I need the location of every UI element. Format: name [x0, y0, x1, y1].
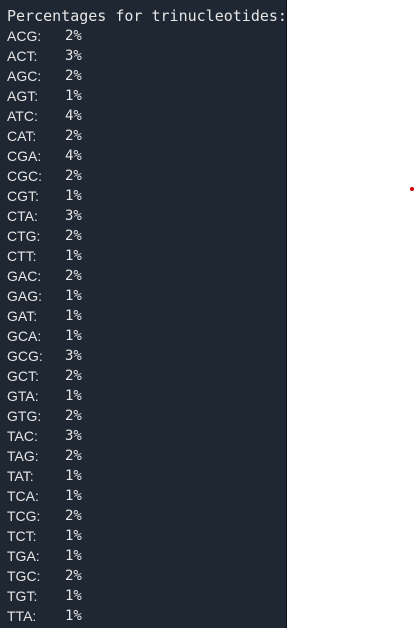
trinucleotide-row: CAT: 2%	[7, 126, 277, 146]
percentage-value: 2%	[65, 408, 82, 424]
trinucleotide-row: GCA: 1%	[7, 326, 277, 346]
trinucleotide-label: TAG:	[7, 448, 39, 464]
percentage-value: 2%	[65, 448, 82, 464]
terminal-output-panel[interactable]: Percentages for trinucleotides: ACG: 2% AC…	[0, 0, 287, 628]
percentage-value: 2%	[65, 128, 82, 144]
trinucleotide-label: CTA:	[7, 208, 38, 224]
percentage-value: 2%	[65, 368, 82, 384]
trinucleotide-row: TGA: 1%	[7, 546, 277, 566]
trinucleotide-label: TTA:	[7, 608, 37, 624]
trinucleotide-row: CGC: 2%	[7, 166, 277, 186]
trinucleotide-label: ACT:	[7, 48, 38, 64]
trinucleotide-label: TGC:	[7, 568, 41, 584]
trinucleotide-label: GCT:	[7, 368, 39, 384]
trinucleotide-row: TAG: 2%	[7, 446, 277, 466]
trinucleotide-label: TCG:	[7, 508, 41, 524]
trinucleotide-label: GCG:	[7, 348, 43, 364]
trinucleotide-row: GAG: 1%	[7, 286, 277, 306]
trinucleotide-label: GTG:	[7, 408, 42, 424]
trinucleotide-label: TGT:	[7, 588, 38, 604]
trinucleotide-label: CTG:	[7, 228, 41, 244]
trinucleotide-label: ACG:	[7, 28, 42, 44]
trinucleotide-row: GTA: 1%	[7, 386, 277, 406]
percentage-value: 1%	[65, 588, 82, 604]
trinucleotide-row: ACG: 2%	[7, 26, 277, 46]
percentage-value: 1%	[65, 468, 82, 484]
trinucleotide-label: CAT:	[7, 128, 37, 144]
trinucleotide-row: GAT: 1%	[7, 306, 277, 326]
trinucleotide-label: GAT:	[7, 308, 38, 324]
trinucleotide-label: GAG:	[7, 288, 43, 304]
trinucleotide-label: TAT:	[7, 468, 34, 484]
trinucleotide-row: TCA: 1%	[7, 486, 277, 506]
trinucleotide-label: AGC:	[7, 68, 42, 84]
trinucleotide-list: ACG: 2% ACT: 3% AGC: 2% AGT: 1% ATC: 4% CAT: 2% CGA:…	[7, 26, 277, 626]
percentage-value: 3%	[65, 208, 82, 224]
percentage-value: 2%	[65, 228, 82, 244]
percentage-value: 2%	[65, 268, 82, 284]
trinucleotide-row: GCT: 2%	[7, 366, 277, 386]
trinucleotide-label: GCA:	[7, 328, 42, 344]
trinucleotide-label: GTA:	[7, 388, 39, 404]
output-header: Percentages for trinucleotides:	[7, 7, 287, 25]
percentage-value: 2%	[65, 68, 82, 84]
percentage-value: 2%	[65, 568, 82, 584]
trinucleotide-label: TCT:	[7, 528, 37, 544]
trinucleotide-label: AGT:	[7, 88, 39, 104]
percentage-value: 4%	[65, 108, 82, 124]
percentage-value: 3%	[65, 348, 82, 364]
trinucleotide-row: TAT: 1%	[7, 466, 277, 486]
trinucleotide-row: GCG: 3%	[7, 346, 277, 366]
percentage-value: 1%	[65, 548, 82, 564]
trinucleotide-row: CGT: 1%	[7, 186, 277, 206]
percentage-value: 1%	[65, 188, 82, 204]
trinucleotide-row: GAC: 2%	[7, 266, 277, 286]
trinucleotide-row: AGC: 2%	[7, 66, 277, 86]
percentage-value: 1%	[65, 88, 82, 104]
percentage-value: 1%	[65, 248, 82, 264]
percentage-value: 4%	[65, 148, 82, 164]
percentage-value: 1%	[65, 488, 82, 504]
percentage-value: 1%	[65, 388, 82, 404]
trinucleotide-label: CGA:	[7, 148, 42, 164]
trinucleotide-label: CGT:	[7, 188, 39, 204]
percentage-value: 1%	[65, 528, 82, 544]
trinucleotide-row: AGT: 1%	[7, 86, 277, 106]
trinucleotide-label: CTT:	[7, 248, 37, 264]
trinucleotide-row: TCT: 1%	[7, 526, 277, 546]
percentage-value: 2%	[65, 28, 82, 44]
trinucleotide-row: ACT: 3%	[7, 46, 277, 66]
trinucleotide-row: TCG: 2%	[7, 506, 277, 526]
trinucleotide-row: TGC: 2%	[7, 566, 277, 586]
percentage-value: 1%	[65, 328, 82, 344]
red-dot-marker	[410, 187, 414, 191]
trinucleotide-row: CTT: 1%	[7, 246, 277, 266]
trinucleotide-label: CGC:	[7, 168, 42, 184]
percentage-value: 1%	[65, 308, 82, 324]
trinucleotide-row: GTG: 2%	[7, 406, 277, 426]
trinucleotide-row: CTG: 2%	[7, 226, 277, 246]
trinucleotide-label: ATC:	[7, 108, 38, 124]
trinucleotide-row: ATC: 4%	[7, 106, 277, 126]
percentage-value: 2%	[65, 508, 82, 524]
trinucleotide-row: CTA: 3%	[7, 206, 277, 226]
percentage-value: 2%	[65, 168, 82, 184]
trinucleotide-row: TAC: 3%	[7, 426, 277, 446]
percentage-value: 1%	[65, 608, 82, 624]
percentage-value: 3%	[65, 48, 82, 64]
trinucleotide-row: TTA: 1%	[7, 606, 277, 626]
trinucleotide-label: TGA:	[7, 548, 40, 564]
trinucleotide-label: TAC:	[7, 428, 38, 444]
trinucleotide-row: TGT: 1%	[7, 586, 277, 606]
percentage-value: 3%	[65, 428, 82, 444]
trinucleotide-row: CGA: 4%	[7, 146, 277, 166]
trinucleotide-label: GAC:	[7, 268, 42, 284]
percentage-value: 1%	[65, 288, 82, 304]
trinucleotide-label: TCA:	[7, 488, 39, 504]
